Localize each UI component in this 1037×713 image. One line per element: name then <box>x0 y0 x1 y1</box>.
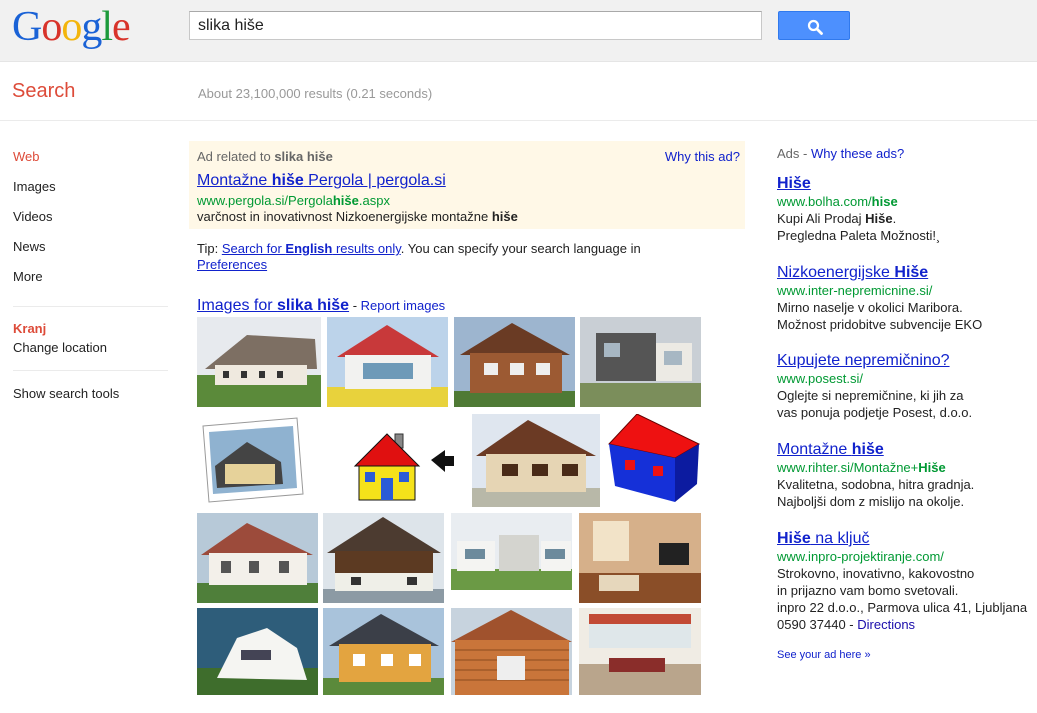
top-ad: Ad related to slika hiše Why this ad? Mo… <box>189 141 745 229</box>
ad-title-link[interactable]: Nizkoenergijske Hiše <box>777 263 1037 283</box>
house-thumbnail[interactable] <box>197 513 318 603</box>
english-only-link[interactable]: Search for English results only <box>222 241 401 256</box>
nav-web[interactable]: Web <box>13 150 168 180</box>
nav-divider <box>13 306 168 307</box>
location-name: Kranj <box>13 321 47 336</box>
ad-label: Ad related to slika hiše <box>197 149 333 164</box>
ad-title-link[interactable]: Montažne hiše <box>777 440 1037 460</box>
google-logo[interactable]: Google <box>12 5 131 49</box>
ad-description: varčnost in inovativnost Nizkoenergijske… <box>197 209 518 224</box>
house-thumbnail[interactable] <box>580 317 701 407</box>
ad-item: Nizkoenergijske Hiše www.inter-nepremicn… <box>777 263 1037 333</box>
ad-item: Hiše na ključ www.inpro-projektiranje.co… <box>777 529 1037 633</box>
images-header: Images for slika hiše - Report images <box>197 297 446 314</box>
house-thumbnail[interactable] <box>197 414 307 504</box>
nav-videos[interactable]: Videos <box>13 210 168 240</box>
search-title: Search <box>12 80 76 102</box>
result-stats: About 23,100,000 results (0.21 seconds) <box>198 86 433 101</box>
report-images-link[interactable]: Report images <box>361 298 446 313</box>
see-your-ad-link[interactable]: See your ad here » <box>777 649 871 661</box>
show-search-tools-link[interactable]: Show search tools <box>13 386 119 401</box>
change-location-link[interactable]: Change location <box>13 340 107 355</box>
ad-title-link[interactable]: Hiše na ključ <box>777 529 1037 549</box>
directions-link[interactable]: Directions <box>857 617 915 632</box>
top-bar: Google <box>0 0 1037 62</box>
ad-title-link[interactable]: Hiše <box>777 174 1037 194</box>
ad-item: Montažne hiše www.rihter.si/Montažne+Hiš… <box>777 440 1037 510</box>
nav-divider <box>13 370 168 371</box>
search-button[interactable] <box>778 11 850 40</box>
ads-header: Ads - Why these ads? <box>777 146 905 161</box>
ad-url: www.pergola.si/Pergolahiše.aspx <box>197 193 390 208</box>
preferences-link[interactable]: Preferences <box>197 257 267 272</box>
house-thumbnail[interactable] <box>327 317 448 407</box>
house-drawing-thumbnail[interactable] <box>323 414 454 504</box>
nav-more[interactable]: More <box>13 270 168 300</box>
house-thumbnail[interactable] <box>197 608 318 695</box>
nav-images[interactable]: Images <box>13 180 168 210</box>
house-thumbnail[interactable] <box>472 414 600 507</box>
house-3d-thumbnail[interactable] <box>605 414 701 504</box>
why-these-ads-link[interactable]: Why these ads? <box>811 146 904 161</box>
house-thumbnail[interactable] <box>451 513 572 590</box>
interior-thumbnail[interactable] <box>579 513 701 603</box>
log-house-thumbnail[interactable] <box>451 608 572 695</box>
sub-bar: Search About 23,100,000 results (0.21 se… <box>0 62 1037 121</box>
ad-title-link[interactable]: Kupujete nepremičnino? <box>777 351 1037 371</box>
house-thumbnail[interactable] <box>323 513 444 603</box>
images-for-link[interactable]: Images for slika hiše <box>197 297 349 314</box>
interior-thumbnail[interactable] <box>579 608 701 695</box>
left-nav: Web Images Videos News More Kranj Change… <box>13 150 168 401</box>
ad-title-link[interactable]: Montažne hiše Pergola | pergola.si <box>197 172 446 190</box>
why-this-ad-link[interactable]: Why this ad? <box>665 149 740 164</box>
nav-news[interactable]: News <box>13 240 168 270</box>
language-tip: Tip: Search for English results only. Yo… <box>197 241 641 272</box>
house-thumbnail[interactable] <box>197 317 321 407</box>
house-thumbnail[interactable] <box>454 317 575 407</box>
ad-item: Hiše www.bolha.com/hise Kupi Ali Prodaj … <box>777 174 1037 244</box>
house-thumbnail[interactable] <box>323 608 444 695</box>
magnifier-icon <box>807 19 823 35</box>
search-input[interactable] <box>189 11 762 40</box>
ad-item: Kupujete nepremičnino? www.posest.si/ Og… <box>777 351 1037 421</box>
